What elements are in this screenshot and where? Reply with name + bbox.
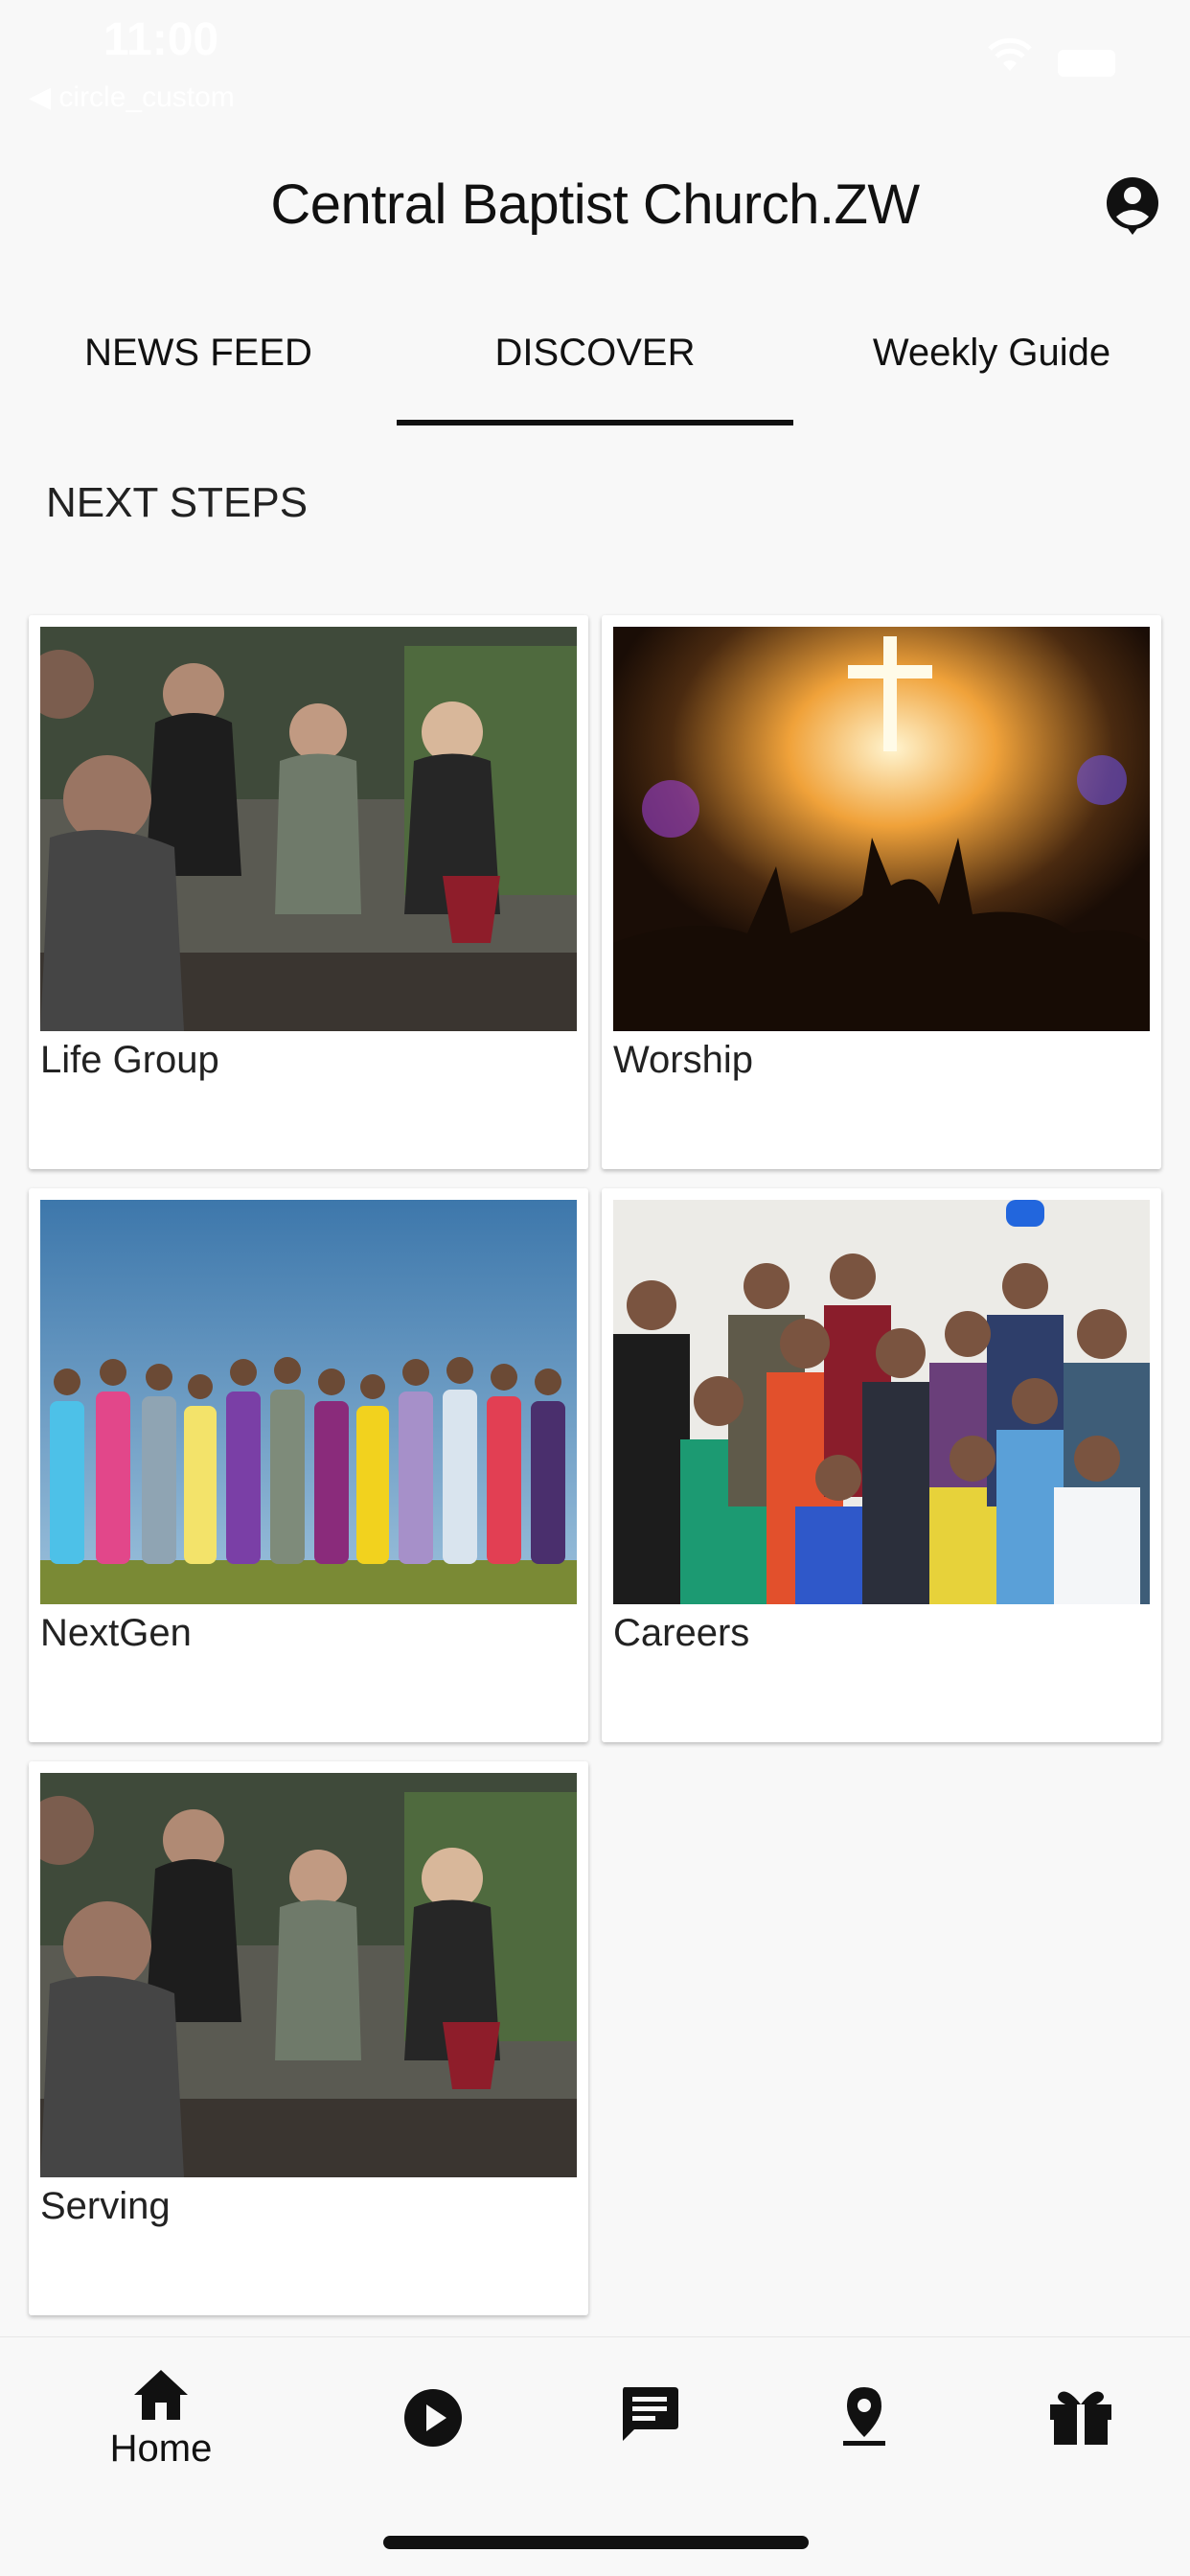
tab-bar: NEWS FEED DISCOVER Weekly Guide bbox=[0, 297, 1190, 426]
card-serving[interactable]: Serving bbox=[29, 1761, 588, 2315]
card-life-group[interactable]: Life Group bbox=[29, 615, 588, 1169]
app-title: Central Baptist Church.ZW bbox=[270, 173, 920, 236]
status-time: 11:00 bbox=[103, 14, 219, 65]
section-title: NEXT STEPS bbox=[46, 479, 309, 526]
nav-home[interactable]: Home bbox=[75, 2366, 247, 2500]
card-label: Worship bbox=[613, 1039, 753, 1081]
back-to-app-link[interactable]: ◀ circle_custom bbox=[29, 80, 235, 114]
card-label: Careers bbox=[613, 1612, 750, 1654]
location-icon bbox=[843, 2387, 885, 2446]
card-label: Serving bbox=[40, 2185, 171, 2227]
nav-locations[interactable] bbox=[778, 2366, 950, 2500]
people-laughing-photo bbox=[40, 627, 577, 1031]
tab-news-feed[interactable]: NEWS FEED bbox=[0, 297, 397, 426]
gift-icon bbox=[1050, 2391, 1111, 2445]
card-nextgen[interactable]: NextGen bbox=[29, 1188, 588, 1742]
professionals-group-photo bbox=[613, 1200, 1150, 1604]
tab-weekly-guide[interactable]: Weekly Guide bbox=[793, 297, 1190, 426]
worship-cross-photo bbox=[613, 627, 1150, 1031]
people-laughing-photo bbox=[40, 1773, 577, 2177]
home-indicator bbox=[383, 2536, 809, 2549]
battery-icon bbox=[1058, 50, 1115, 77]
tab-discover[interactable]: DISCOVER bbox=[397, 297, 793, 426]
card-careers[interactable]: Careers bbox=[602, 1188, 1161, 1742]
card-label: NextGen bbox=[40, 1612, 192, 1654]
home-icon bbox=[134, 2370, 188, 2420]
play-icon bbox=[404, 2389, 462, 2447]
message-icon bbox=[623, 2387, 678, 2441]
wifi-icon bbox=[988, 38, 1032, 71]
card-label: Life Group bbox=[40, 1039, 219, 1081]
status-bar: 11:00 ◀ circle_custom bbox=[0, 0, 1190, 125]
nav-home-label: Home bbox=[109, 2427, 213, 2470]
nav-messages[interactable] bbox=[563, 2366, 736, 2500]
young-people-row-photo bbox=[40, 1200, 577, 1604]
app-screen: 11:00 ◀ circle_custom Central Baptist Ch… bbox=[0, 0, 1190, 2576]
nav-give[interactable] bbox=[995, 2366, 1167, 2500]
nav-media[interactable] bbox=[347, 2366, 519, 2500]
card-worship[interactable]: Worship bbox=[602, 615, 1161, 1169]
profile-icon[interactable] bbox=[1104, 174, 1161, 236]
